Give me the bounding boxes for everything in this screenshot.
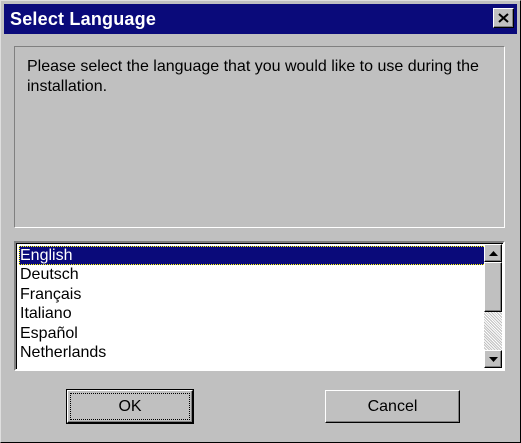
list-item-deutsch[interactable]: Deutsch bbox=[19, 265, 486, 284]
language-listbox[interactable]: English Deutsch Français Italiano Españo… bbox=[14, 241, 505, 371]
list-item-netherlands[interactable]: Netherlands bbox=[19, 343, 486, 362]
ok-button-label: OK bbox=[118, 397, 142, 415]
close-icon bbox=[498, 13, 509, 23]
list-item-espanol[interactable]: Español bbox=[19, 324, 486, 343]
scrollbar-thumb[interactable] bbox=[484, 262, 502, 312]
ok-focus-rect: OK bbox=[70, 393, 190, 420]
vertical-scrollbar[interactable] bbox=[484, 244, 502, 368]
cancel-button[interactable]: Cancel bbox=[325, 390, 460, 423]
arrow-up-icon bbox=[488, 250, 498, 256]
scroll-down-button[interactable] bbox=[484, 350, 502, 368]
dialog-title: Select Language bbox=[10, 9, 157, 29]
scroll-up-button[interactable] bbox=[484, 244, 502, 262]
message-panel: Please select the language that you woul… bbox=[14, 46, 505, 228]
instruction-text: Please select the language that you woul… bbox=[27, 58, 479, 95]
list-item-francais[interactable]: Français bbox=[19, 285, 486, 304]
title-bar[interactable]: Select Language bbox=[4, 4, 517, 34]
arrow-down-icon bbox=[488, 356, 498, 362]
list-item-italiano[interactable]: Italiano bbox=[19, 304, 486, 323]
close-button[interactable] bbox=[493, 8, 514, 28]
ok-button[interactable]: OK bbox=[66, 389, 194, 424]
cancel-button-label: Cancel bbox=[367, 397, 418, 415]
select-language-dialog: Select Language Please select the langua… bbox=[0, 0, 521, 443]
list-item-english[interactable]: English bbox=[19, 246, 486, 266]
language-list-items: English Deutsch Français Italiano Españo… bbox=[19, 246, 486, 362]
